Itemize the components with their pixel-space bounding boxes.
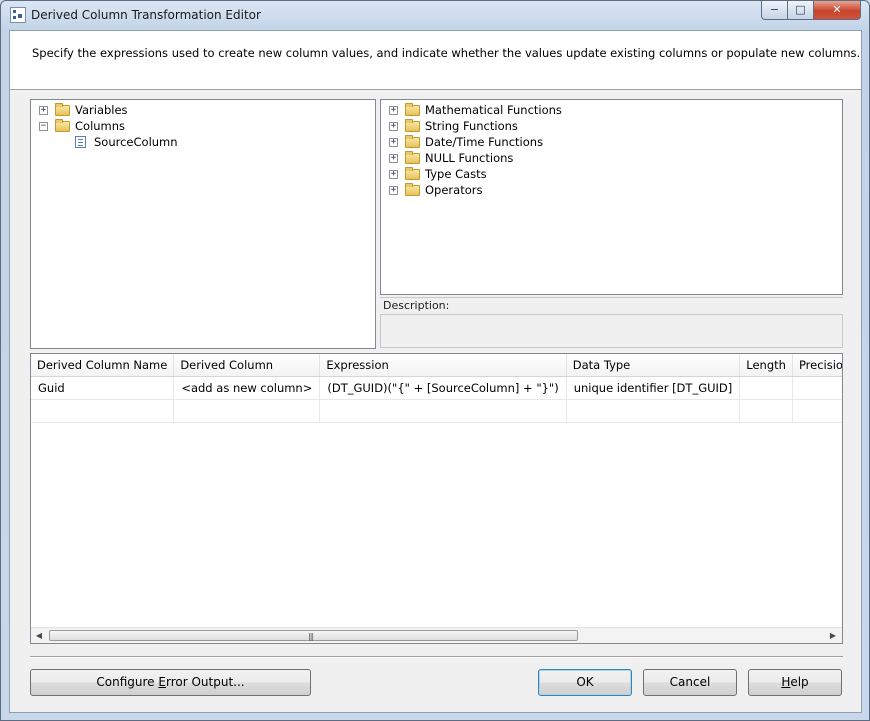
tree-item-null-functions[interactable]: + NULL Functions xyxy=(381,150,836,166)
minimize-button[interactable]: − xyxy=(761,1,788,20)
column-header[interactable]: Expression xyxy=(319,354,567,377)
collapse-minus-icon[interactable]: − xyxy=(39,122,48,131)
grid-header-row: Derived Column Name Derived Column Expre… xyxy=(31,354,842,377)
ok-button[interactable]: OK xyxy=(538,669,632,696)
column-header[interactable]: Derived Column xyxy=(173,354,321,377)
instructions-text: Specify the expressions used to create n… xyxy=(32,46,861,60)
folder-icon xyxy=(405,135,420,148)
folder-icon xyxy=(55,103,70,116)
expand-plus-icon[interactable]: + xyxy=(389,138,398,147)
button-label-part: rror Output... xyxy=(165,675,245,689)
tree-item-type-casts[interactable]: + Type Casts xyxy=(381,166,836,182)
table-row[interactable] xyxy=(31,399,842,423)
tree-item-columns[interactable]: − Columns xyxy=(31,118,371,134)
expand-plus-icon[interactable]: + xyxy=(389,170,398,179)
grid-cell-data-type[interactable] xyxy=(566,399,741,423)
header-strip: Specify the expressions used to create n… xyxy=(10,31,861,90)
description-box xyxy=(380,314,843,348)
app-icon xyxy=(10,7,26,23)
expand-plus-icon[interactable]: + xyxy=(389,122,398,131)
grid-cell-derived-column[interactable]: <add as new column> xyxy=(173,376,321,400)
dialog-client-area: Specify the expressions used to create n… xyxy=(9,30,862,713)
cancel-button[interactable]: Cancel xyxy=(643,669,737,696)
mnemonic-letter: H xyxy=(781,675,791,689)
grip-icon: ||| xyxy=(308,632,314,641)
tree-item-operators[interactable]: + Operators xyxy=(381,182,836,198)
grid-cell-expression[interactable] xyxy=(319,399,567,423)
tree-item-label: SourceColumn xyxy=(94,135,178,149)
button-label-part: elp xyxy=(790,675,809,689)
tree-item-string-functions[interactable]: + String Functions xyxy=(381,118,836,134)
functions-tree[interactable]: + Mathematical Functions + String Functi… xyxy=(380,99,843,295)
dialog-window: Derived Column Transformation Editor − □… xyxy=(0,0,870,721)
tree-item-label: Date/Time Functions xyxy=(425,135,544,149)
scrollbar-thumb[interactable]: ||| xyxy=(49,630,578,641)
grid-cell-expression[interactable]: (DT_GUID)("{" + [SourceColumn] + "}") xyxy=(319,376,567,400)
help-button[interactable]: Help xyxy=(748,669,842,696)
expand-plus-icon[interactable]: + xyxy=(39,106,48,115)
horizontal-scrollbar[interactable]: ◀ ||| ▶ xyxy=(31,627,842,643)
tree-item-label: Variables xyxy=(75,103,128,117)
tree-item-label: Columns xyxy=(75,119,126,133)
configure-error-output-button[interactable]: Configure Error Output... xyxy=(30,669,311,696)
folder-icon xyxy=(55,119,70,132)
separator xyxy=(30,656,843,658)
table-row[interactable]: Guid <add as new column> (DT_GUID)("{" +… xyxy=(31,376,842,400)
tree-item-label: Type Casts xyxy=(425,167,487,181)
scroll-right-icon[interactable]: ▶ xyxy=(826,630,840,641)
mnemonic-letter: E xyxy=(158,675,166,689)
tree-item-variables[interactable]: + Variables xyxy=(31,102,371,118)
derived-columns-grid[interactable]: Derived Column Name Derived Column Expre… xyxy=(30,353,843,644)
tree-item-label: Mathematical Functions xyxy=(425,103,562,117)
window-title: Derived Column Transformation Editor xyxy=(31,8,261,22)
folder-icon xyxy=(405,167,420,180)
column-header[interactable]: Precision xyxy=(792,354,842,377)
tree-item-label: NULL Functions xyxy=(425,151,514,165)
tree-item-sourcecolumn[interactable]: SourceColumn xyxy=(31,134,371,150)
tree-item-mathematical-functions[interactable]: + Mathematical Functions xyxy=(381,102,836,118)
description-label: Description: xyxy=(380,297,843,314)
column-header[interactable]: Data Type xyxy=(566,354,741,377)
grid-cell-length[interactable] xyxy=(739,399,793,423)
grid-cell-data-type[interactable]: unique identifier [DT_GUID] xyxy=(566,376,741,400)
tree-item-datetime-functions[interactable]: + Date/Time Functions xyxy=(381,134,836,150)
column-icon xyxy=(75,136,86,148)
scroll-left-icon[interactable]: ◀ xyxy=(32,630,46,641)
grid-cell-derived-column-name[interactable]: Guid xyxy=(31,376,175,400)
tree-item-label: Operators xyxy=(425,183,483,197)
grid-cell-precision[interactable] xyxy=(792,376,842,400)
expand-plus-icon[interactable]: + xyxy=(389,154,398,163)
folder-icon xyxy=(405,119,420,132)
grid-cell-derived-column[interactable] xyxy=(173,399,321,423)
column-header[interactable]: Derived Column Name xyxy=(31,354,175,377)
grid-cell-derived-column-name[interactable] xyxy=(31,399,175,423)
folder-icon xyxy=(405,103,420,116)
button-label-part: Configure xyxy=(96,675,159,689)
grid-cell-precision[interactable] xyxy=(792,399,842,423)
maximize-button[interactable]: □ xyxy=(787,1,814,20)
grid-cell-length[interactable] xyxy=(739,376,793,400)
folder-icon xyxy=(405,151,420,164)
close-button[interactable]: ✕ xyxy=(813,1,861,20)
expand-plus-icon[interactable]: + xyxy=(389,186,398,195)
variables-columns-tree[interactable]: + Variables − Columns SourceColumn xyxy=(30,99,376,349)
folder-icon xyxy=(405,183,420,196)
column-header[interactable]: Length xyxy=(739,354,793,377)
title-bar[interactable]: Derived Column Transformation Editor − □… xyxy=(1,1,869,29)
tree-item-label: String Functions xyxy=(425,119,518,133)
expand-plus-icon[interactable]: + xyxy=(389,106,398,115)
